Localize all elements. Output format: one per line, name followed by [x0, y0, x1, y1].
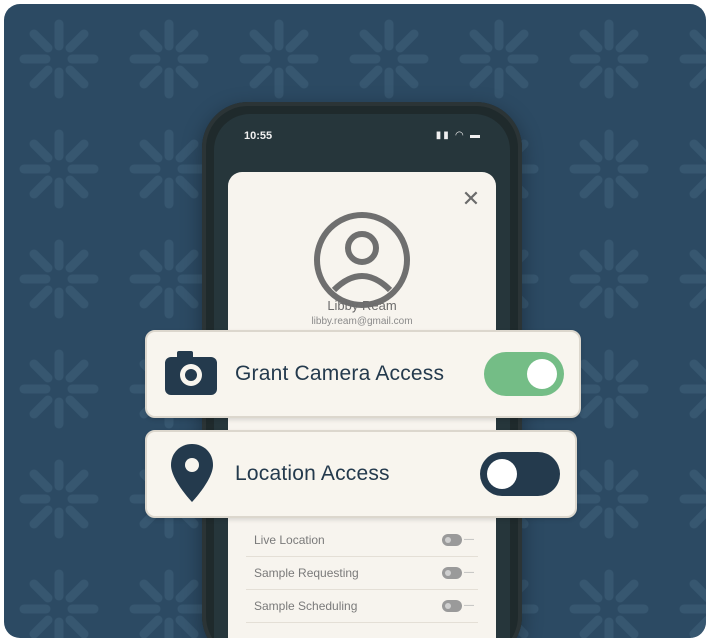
dash-icon: —	[464, 534, 474, 545]
avatar-icon	[314, 212, 410, 308]
toggle-knob	[487, 459, 517, 489]
permission-label: Sample Scheduling	[254, 599, 358, 613]
camera-access-label: Grant Camera Access	[235, 362, 445, 385]
permission-label: Live Location	[254, 533, 325, 547]
close-icon[interactable]: ✕	[460, 188, 482, 210]
user-name: Libby Ream	[327, 298, 397, 313]
signal-wifi-battery-icon: ▮▮ ◠ ▬	[435, 130, 482, 141]
location-access-card[interactable]: Location Access	[145, 430, 577, 518]
permission-toggle[interactable]	[442, 534, 462, 546]
location-access-toggle[interactable]	[480, 452, 560, 496]
camera-access-toggle[interactable]	[484, 352, 564, 396]
location-pin-icon	[171, 444, 213, 502]
hero-card: 10:55 ▮▮ ◠ ▬ ✕ Libby Ream libby.ream@gma…	[4, 4, 706, 638]
camera-icon	[165, 351, 217, 395]
list-item[interactable]: Live Location —	[246, 524, 478, 557]
permission-list: Live Location — Sample Requesting — Samp…	[246, 524, 478, 623]
permission-toggle[interactable]	[442, 600, 462, 612]
dash-icon: —	[464, 567, 474, 578]
toggle-knob	[527, 359, 557, 389]
user-email: libby.ream@gmail.com	[311, 316, 413, 327]
list-item[interactable]: Sample Scheduling —	[246, 590, 478, 623]
location-access-label: Location Access	[235, 462, 390, 485]
list-item[interactable]: Sample Requesting —	[246, 557, 478, 590]
camera-access-card[interactable]: Grant Camera Access	[145, 330, 581, 418]
status-time: 10:55	[244, 130, 273, 142]
dash-icon: —	[464, 600, 474, 611]
permission-label: Sample Requesting	[254, 566, 359, 580]
permission-toggle[interactable]	[442, 567, 462, 579]
status-bar: 10:55 ▮▮ ◠ ▬	[214, 114, 510, 164]
